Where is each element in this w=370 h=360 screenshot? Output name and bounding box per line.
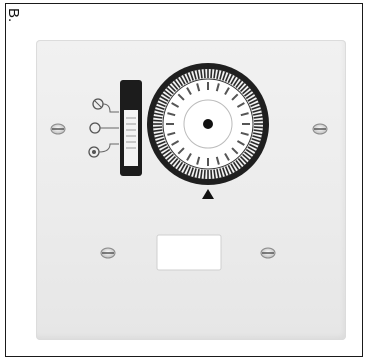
timer-illustration xyxy=(50,63,328,271)
override-window xyxy=(156,234,222,271)
screw-icon xyxy=(312,123,328,135)
screw-icon xyxy=(50,123,66,135)
circle-indicator-icon xyxy=(89,122,119,134)
triangle-pointer-icon xyxy=(202,189,214,199)
dial-segment xyxy=(210,169,213,179)
dial-segment xyxy=(153,119,163,122)
dial-segment xyxy=(203,69,206,79)
dial-segment xyxy=(153,126,163,129)
dial-segment xyxy=(253,119,263,122)
circle-indicator-icon xyxy=(92,98,119,113)
dial-segment xyxy=(253,126,263,129)
screw-icon xyxy=(100,247,116,259)
screw-icon xyxy=(260,247,276,259)
dial-segment xyxy=(203,169,206,179)
dial-segment xyxy=(210,69,213,79)
slide-switch[interactable] xyxy=(120,80,142,176)
circle-indicator-icon xyxy=(88,143,119,158)
timer-dial[interactable] xyxy=(147,63,269,185)
dial-hub xyxy=(203,119,213,129)
